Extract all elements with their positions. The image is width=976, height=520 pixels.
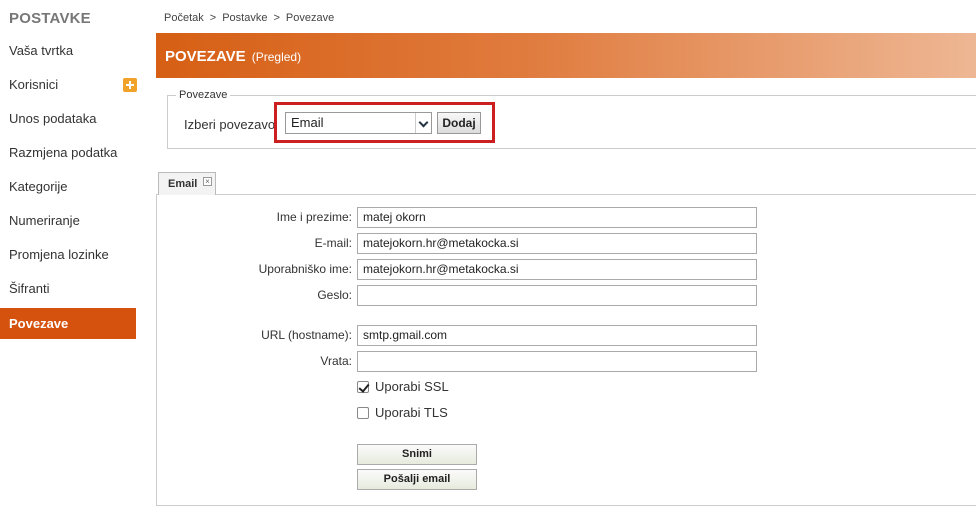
fieldset-legend: Povezave	[176, 89, 231, 101]
breadcrumb-pocetak[interactable]: Početak	[164, 12, 204, 24]
url-field[interactable]: smtp.gmail.com	[357, 325, 757, 346]
page-header-banner: POVEZAVE (Pregled)	[156, 33, 976, 78]
add-connection-button[interactable]: Dodaj	[437, 112, 481, 134]
password-field[interactable]	[357, 285, 757, 306]
page-subtitle: (Pregled)	[251, 50, 302, 64]
email-label: E-mail:	[314, 236, 352, 250]
sidebar-item-povezave[interactable]: Povezave	[0, 308, 136, 339]
breadcrumb-separator: >	[273, 12, 280, 24]
highlight-box: Email Dodaj	[274, 102, 495, 143]
sidebar-item-kategorije[interactable]: Kategorije	[0, 170, 136, 204]
page-title: POVEZAVE (Pregled)	[165, 48, 301, 65]
username-label: Uporabniško ime:	[258, 262, 352, 276]
page-title-text: POVEZAVE	[165, 48, 246, 65]
sidebar-item-razmjena-podatka[interactable]: Razmjena podatka	[0, 136, 136, 170]
breadcrumb-separator: >	[209, 12, 217, 24]
username-field[interactable]: matejokorn.hr@metakocka.si	[357, 259, 757, 280]
send-email-button[interactable]: Pošalji email	[357, 469, 477, 490]
name-field[interactable]: matej okorn	[357, 207, 757, 228]
sidebar-item-unos-podataka[interactable]: Unos podataka	[0, 102, 136, 136]
sidebar-item-korisnici[interactable]: Korisnici	[0, 68, 137, 102]
breadcrumb: Početak > Postavke > Povezave	[164, 12, 334, 24]
sidebar-item-numeriranje[interactable]: Numeriranje	[0, 204, 136, 238]
sidebar-item-label: Korisnici	[9, 77, 59, 92]
ssl-label: Uporabi SSL	[375, 379, 449, 394]
close-icon[interactable]: ×	[203, 177, 212, 186]
select-connection-label: Izberi povezavo	[184, 117, 276, 132]
email-settings-panel: Ime i prezime: matej okorn E-mail: matej…	[156, 195, 976, 506]
sidebar-item-sifranti[interactable]: Šifranti	[0, 272, 136, 306]
chevron-down-icon[interactable]	[415, 113, 431, 133]
sidebar-title: POSTAVKE	[9, 10, 91, 27]
ssl-checkbox[interactable]	[357, 381, 369, 393]
password-label: Geslo:	[317, 288, 352, 302]
connections-fieldset: Povezave Izberi povezavo Email Dodaj	[167, 89, 976, 149]
sidebar: POSTAVKE Vaša tvrtka Korisnici Unos poda…	[0, 0, 137, 520]
breadcrumb-povezave[interactable]: Povezave	[286, 12, 334, 24]
tab-label: Email	[168, 178, 198, 190]
name-label: Ime i prezime:	[276, 210, 352, 224]
breadcrumb-postavke[interactable]: Postavke	[222, 12, 267, 24]
sidebar-item-promjena-lozinke[interactable]: Promjena lozinke	[0, 238, 136, 272]
tls-label: Uporabi TLS	[375, 405, 448, 420]
add-user-icon[interactable]	[123, 78, 137, 92]
tab-email[interactable]: Email ×	[158, 172, 216, 195]
connection-select[interactable]: Email	[285, 112, 432, 134]
connection-select-value: Email	[291, 115, 324, 130]
sidebar-menu: Vaša tvrtka Korisnici Unos podataka Razm…	[0, 34, 137, 339]
sidebar-item-vasa-tvrtka[interactable]: Vaša tvrtka	[0, 34, 136, 68]
port-field[interactable]	[357, 351, 757, 372]
port-label: Vrata:	[320, 354, 352, 368]
tls-checkbox[interactable]	[357, 407, 369, 419]
save-button[interactable]: Snimi	[357, 444, 477, 465]
email-field[interactable]: matejokorn.hr@metakocka.si	[357, 233, 757, 254]
url-label: URL (hostname):	[261, 328, 352, 342]
